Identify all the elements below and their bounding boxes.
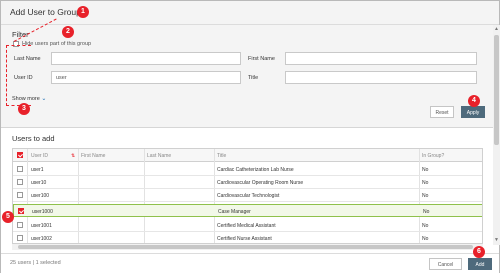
cell-in-group: No bbox=[422, 223, 429, 229]
last-name-input[interactable] bbox=[51, 52, 241, 65]
users-table: User ID ⇅ First Name Last Name Title In … bbox=[12, 148, 483, 244]
vertical-scrollbar[interactable]: ▲ ▼ bbox=[493, 25, 500, 245]
table-row-selected[interactable]: user1000 Case Manager No bbox=[13, 204, 482, 217]
cell-title: Cardiac Catheterization Lab Nurse bbox=[217, 167, 294, 173]
vertical-scrollbar-thumb[interactable] bbox=[494, 35, 499, 145]
callout-1: 1 bbox=[77, 6, 89, 18]
dialog-footer: 25 users | 1 selected Cancel Add bbox=[1, 253, 499, 273]
cell-title: Certified Medical Assistant bbox=[217, 223, 276, 229]
cell-user-id: user1 bbox=[31, 167, 44, 173]
row-checkbox[interactable] bbox=[17, 192, 23, 198]
callout-3: 3 bbox=[18, 103, 30, 115]
column-last-name[interactable]: Last Name bbox=[147, 153, 171, 159]
cell-title: Case Manager bbox=[218, 209, 251, 215]
select-all-checkbox[interactable] bbox=[17, 152, 23, 158]
add-user-dialog: Add User to Group 1 Filter Hide users pa… bbox=[0, 0, 500, 273]
users-to-add-title: Users to add bbox=[12, 134, 55, 143]
callout-4: 4 bbox=[468, 95, 480, 107]
chevron-down-icon: ⌄ bbox=[41, 96, 47, 102]
cell-in-group: No bbox=[422, 236, 429, 242]
table-row[interactable]: user100 Cardiovascular Technologist No bbox=[13, 189, 482, 202]
user-id-input[interactable] bbox=[51, 71, 241, 84]
title-label: Title bbox=[248, 75, 259, 81]
cell-user-id: user1000 bbox=[32, 209, 53, 215]
selection-status: 25 users | 1 selected bbox=[10, 260, 61, 266]
cell-in-group: No bbox=[422, 180, 429, 186]
cell-title: Cardiovascular Technologist bbox=[217, 193, 280, 199]
column-in-group[interactable]: In Group? bbox=[422, 153, 444, 159]
cell-user-id: user100 bbox=[31, 193, 50, 199]
row-checkbox[interactable] bbox=[17, 179, 23, 185]
cell-user-id: user10 bbox=[31, 180, 47, 186]
first-name-input[interactable] bbox=[285, 52, 477, 65]
scroll-down-icon[interactable]: ▼ bbox=[494, 237, 499, 243]
callout-6: 6 bbox=[473, 246, 485, 258]
table-row[interactable]: user1 Cardiac Catheterization Lab Nurse … bbox=[13, 163, 482, 176]
column-user-id[interactable]: User ID bbox=[31, 153, 48, 159]
cell-in-group: No bbox=[422, 167, 429, 173]
horizontal-scrollbar-thumb[interactable] bbox=[18, 245, 473, 249]
first-name-label: First Name bbox=[248, 56, 275, 62]
dialog-title: Add User to Group bbox=[10, 7, 81, 17]
column-first-name[interactable]: First Name bbox=[81, 153, 105, 159]
cell-in-group: No bbox=[423, 209, 430, 215]
apply-button[interactable]: Apply bbox=[461, 106, 485, 118]
title-input[interactable] bbox=[285, 71, 477, 84]
scroll-up-icon[interactable]: ▲ bbox=[494, 26, 499, 32]
horizontal-scrollbar[interactable] bbox=[12, 244, 483, 250]
cell-in-group: No bbox=[422, 193, 429, 199]
dialog-header: Add User to Group bbox=[1, 1, 499, 25]
sort-icon[interactable]: ⇅ bbox=[71, 153, 75, 159]
cell-title: Certified Nurse Assistant bbox=[217, 236, 272, 242]
cell-title: Cardiovascular Operating Room Nurse bbox=[217, 180, 304, 186]
cell-user-id: user1001 bbox=[31, 223, 52, 229]
hide-users-label: Hide users part of this group bbox=[22, 41, 92, 47]
column-title[interactable]: Title bbox=[217, 153, 226, 159]
callout-5: 5 bbox=[2, 211, 14, 223]
cancel-button[interactable]: Cancel bbox=[429, 258, 462, 270]
reset-button[interactable]: Reset bbox=[430, 106, 454, 118]
filter-panel: Filter Hide users part of this group Las… bbox=[1, 25, 493, 128]
row-checkbox[interactable] bbox=[18, 208, 24, 214]
table-row[interactable]: user10 Cardiovascular Operating Room Nur… bbox=[13, 176, 482, 189]
table-header: User ID ⇅ First Name Last Name Title In … bbox=[13, 149, 482, 162]
row-checkbox[interactable] bbox=[17, 235, 23, 241]
add-button[interactable]: Add bbox=[468, 258, 492, 270]
row-checkbox[interactable] bbox=[17, 222, 23, 228]
callout-2: 2 bbox=[62, 26, 74, 38]
callout-guide-box bbox=[6, 45, 31, 106]
table-row[interactable]: user1001 Certified Medical Assistant No bbox=[13, 219, 482, 232]
table-row[interactable]: user1002 Certified Nurse Assistant No bbox=[13, 232, 482, 243]
row-checkbox[interactable] bbox=[17, 166, 23, 172]
cell-user-id: user1002 bbox=[31, 236, 52, 242]
